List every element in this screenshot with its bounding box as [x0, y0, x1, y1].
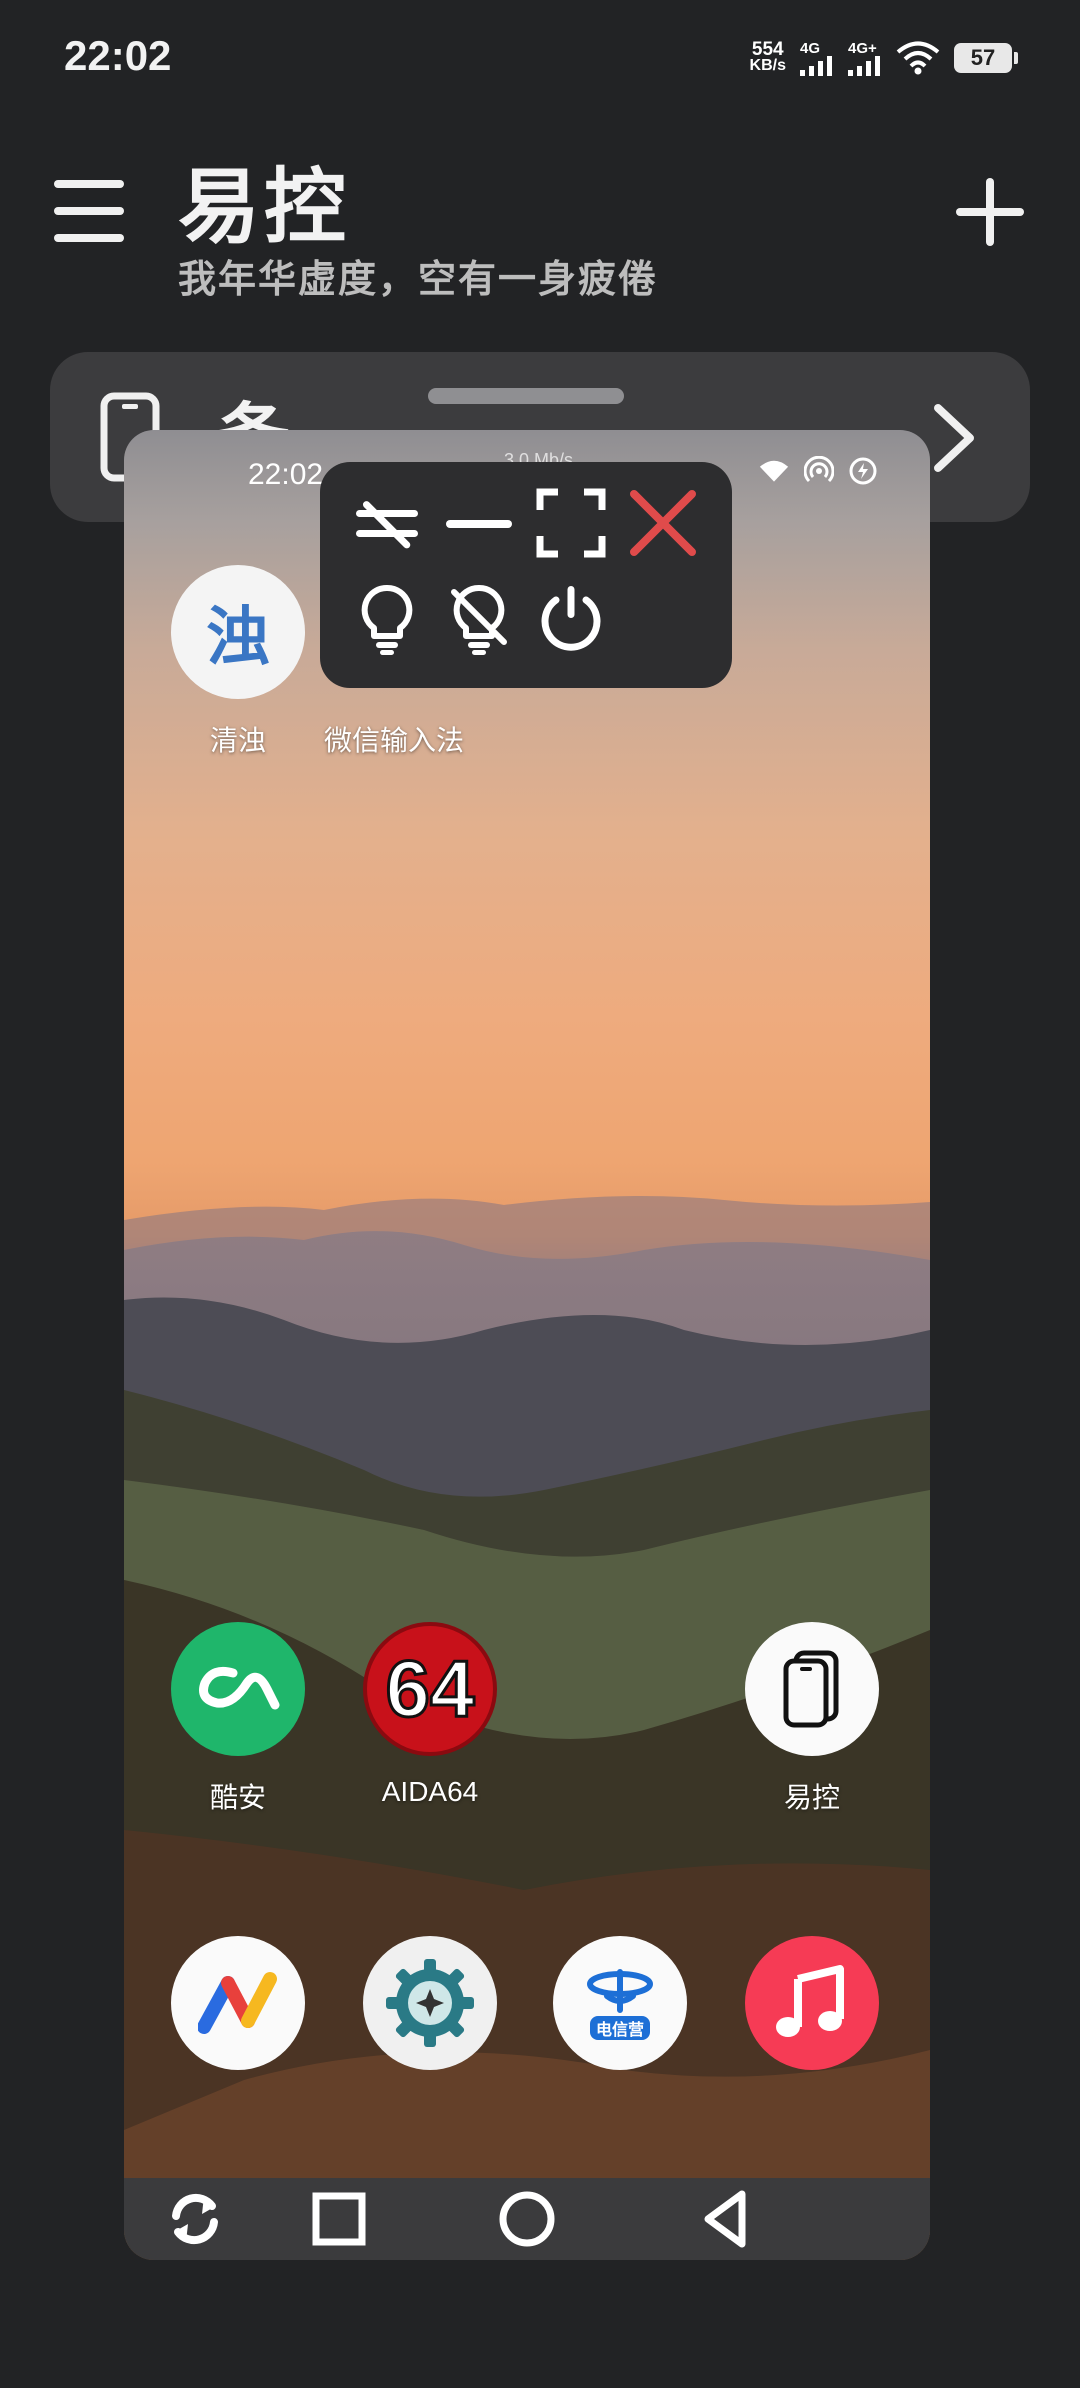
home-icon[interactable]: [496, 2188, 558, 2250]
aida64-icon-glyph: 64: [384, 1643, 476, 1735]
phone-icon: [783, 1650, 839, 1728]
mirror-status-icons: [758, 456, 878, 486]
app-header: 易控 我年华虚度，空有一身疲倦: [0, 120, 1080, 320]
signal-1-label: 4G: [800, 39, 821, 57]
mirror-status-time: 22:02: [248, 458, 324, 491]
close-icon[interactable]: [626, 486, 700, 560]
app-label: 酷安: [209, 1781, 266, 1814]
minimize-icon[interactable]: [442, 486, 516, 560]
signal-bars-icon: [800, 55, 832, 76]
menu-icon[interactable]: [54, 180, 124, 242]
control-toolbar: [320, 462, 732, 688]
chevron-right-icon: [934, 404, 974, 472]
coolapk-icon: [171, 1622, 305, 1756]
add-icon[interactable]: [956, 178, 1024, 246]
network-speed: 554 KB/s: [749, 39, 786, 74]
signal-bars-icon: [848, 55, 880, 76]
signal-2: 4G+: [848, 41, 882, 76]
qingzhuo-icon-glyph: 浊: [206, 600, 270, 675]
vidhub-icon: [171, 1936, 305, 2070]
back-icon[interactable]: [696, 2188, 758, 2250]
status-bar: 22:02 554 KB/s 4G 4G+ 57: [0, 0, 1080, 110]
coolapk-logo: [199, 1666, 280, 1710]
app-telecom[interactable]: 电信营: [552, 1936, 688, 2070]
telecom-icon-text: 电信营: [589, 2016, 650, 2040]
easycontrol-icon: [745, 1622, 879, 1756]
status-time: 22:02: [64, 32, 172, 79]
mirror-window[interactable]: 22:02 3.0 Mb/s 浊 清浊 微信输入法 酷安 64 AIDA64 易…: [124, 430, 930, 2260]
app-label: AIDA64: [381, 1776, 479, 1807]
app-coolapk[interactable]: 酷安: [170, 1622, 306, 1816]
app-easycontrol[interactable]: 易控: [744, 1622, 880, 1816]
qingzhuo-icon: 浊: [171, 565, 305, 699]
signal-1: 4G: [800, 41, 834, 76]
rotate-lock-off-icon[interactable]: [350, 486, 424, 560]
fullscreen-icon[interactable]: [534, 486, 608, 560]
app-aida64[interactable]: 64 AIDA64: [362, 1622, 498, 1808]
signal-2-label: 4G+: [848, 39, 877, 57]
page-subtitle: 我年华虚度，空有一身疲倦: [178, 257, 659, 301]
app-label: 微信输入法: [323, 724, 464, 757]
settings-gear-icon: [363, 1936, 497, 2070]
recent-apps-icon[interactable]: [308, 2188, 370, 2250]
app-label: 清浊: [209, 724, 266, 757]
battery-indicator: 57: [954, 43, 1018, 73]
aida64-icon: 64: [363, 1622, 497, 1756]
status-icons: 554 KB/s 4G 4G+ 57: [749, 36, 1018, 80]
power-icon[interactable]: [534, 582, 608, 656]
music-icon: [745, 1936, 879, 2070]
wifi-icon: [759, 460, 789, 482]
battery-charging-icon: [849, 457, 877, 485]
net-speed-value: 554: [751, 39, 784, 60]
page-title: 易控: [178, 160, 351, 255]
gear-icon: [386, 1959, 474, 2047]
app-label: 易控: [783, 1781, 840, 1814]
app-vidhub[interactable]: [170, 1936, 306, 2070]
app-settings[interactable]: [362, 1936, 498, 2070]
net-speed-unit: KB/s: [749, 57, 786, 74]
music-note-icon: [776, 1965, 844, 2037]
window-drag-handle[interactable]: [428, 388, 624, 404]
telecom-icon: 电信营: [553, 1936, 687, 2070]
app-music[interactable]: [744, 1936, 880, 2070]
app-qingzhuo[interactable]: 浊 清浊: [170, 565, 306, 759]
light-on-icon[interactable]: [350, 582, 424, 656]
rotate-icon[interactable]: [164, 2188, 226, 2250]
telecom-logo: [587, 1969, 653, 2013]
mirror-nav-bar: [124, 2178, 930, 2260]
wifi-icon: [896, 41, 940, 75]
light-off-icon[interactable]: [442, 582, 516, 656]
hotspot-icon: [804, 456, 834, 483]
vidhub-logo: [198, 1972, 277, 2034]
